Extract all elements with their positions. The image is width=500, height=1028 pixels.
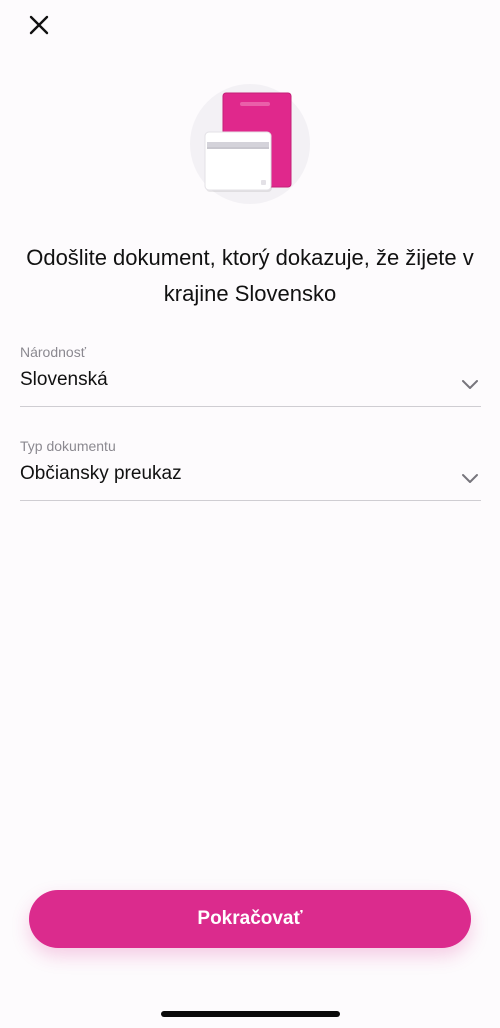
chevron-down-icon [462,380,478,389]
documents-illustration-icon [204,92,292,192]
document-type-select[interactable]: Typ dokumentu Občiansky preukaz [20,438,481,501]
nationality-label: Národnosť [20,344,86,360]
page-title: Odošlite dokument, ktorý dokazuje, že ži… [26,245,474,306]
close-button[interactable] [22,8,56,42]
document-selection-screen: Odošlite dokument, ktorý dokazuje, že ži… [0,0,500,1028]
home-indicator[interactable] [161,1011,340,1017]
nationality-value: Slovenská [20,369,108,390]
chevron-down-icon [462,474,478,483]
document-type-label: Typ dokumentu [20,438,116,454]
document-type-value: Občiansky preukaz [20,463,182,484]
continue-button[interactable]: Pokračovať [29,890,471,948]
nationality-select[interactable]: Národnosť Slovenská [20,344,481,407]
hero-illustration [190,84,310,204]
close-icon [29,15,49,35]
